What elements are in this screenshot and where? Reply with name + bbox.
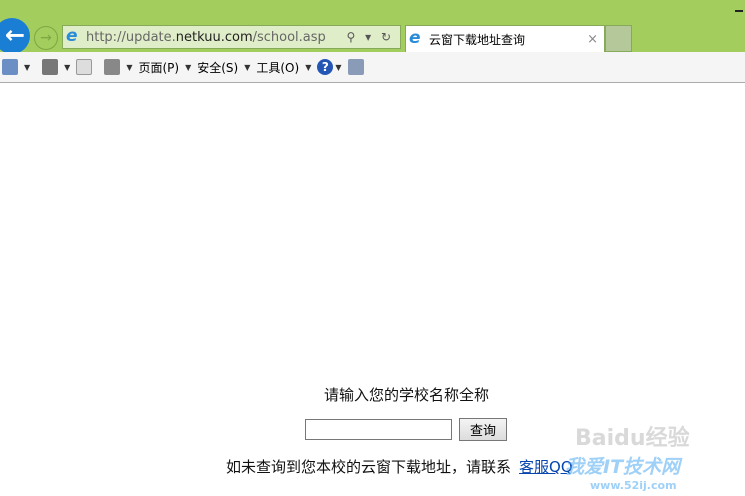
- note-text: 如未查询到您本校的云窗下载地址，请联系: [226, 458, 512, 476]
- forward-button[interactable]: →: [34, 26, 58, 50]
- ie-icon: e: [66, 26, 78, 46]
- contact-note: 如未查询到您本校的云窗下载地址，请联系 客服QQ: [226, 456, 573, 477]
- url-prefix: http://update.: [86, 29, 176, 45]
- prompt-text: 请输入您的学校名称全称: [323, 386, 489, 404]
- page-content: 请输入您的学校名称全称 查询 如未查询到您本校的云窗下载地址，请联系 客服QQ: [0, 84, 745, 496]
- title-bar: ← → e http://update.netkuu.com/school.as…: [0, 0, 745, 54]
- chevron-down-icon[interactable]: ▼: [126, 63, 132, 72]
- back-button[interactable]: ←: [0, 18, 30, 54]
- address-bar[interactable]: e http://update.netkuu.com/school.asp ⚲ …: [62, 25, 401, 49]
- ie-icon: e: [409, 28, 421, 48]
- new-tab-button[interactable]: [605, 25, 632, 52]
- customer-service-link[interactable]: 客服QQ: [519, 458, 573, 476]
- url-suffix: /school.asp: [252, 29, 326, 45]
- chevron-down-icon[interactable]: ▼: [335, 63, 341, 72]
- feeds-icon[interactable]: [42, 59, 59, 75]
- minimize-button[interactable]: [735, 10, 743, 12]
- close-tab-icon[interactable]: ×: [587, 32, 598, 47]
- mail-icon[interactable]: [76, 59, 93, 75]
- page-menu[interactable]: 页面(P): [138, 59, 179, 76]
- url-text[interactable]: http://update.netkuu.com/school.asp: [86, 30, 326, 45]
- chevron-down-icon: ▼: [185, 62, 192, 72]
- tab-active[interactable]: e 云窗下载地址查询 ×: [405, 25, 605, 52]
- search-button[interactable]: 查询: [459, 418, 507, 441]
- school-name-input[interactable]: [305, 419, 452, 440]
- home-icon[interactable]: [2, 59, 18, 75]
- safety-menu[interactable]: 安全(S): [197, 59, 238, 76]
- research-icon[interactable]: [347, 59, 364, 75]
- chevron-down-icon[interactable]: ▼: [24, 63, 30, 72]
- search-refresh-icons[interactable]: ⚲ ▾ ↻: [347, 30, 395, 44]
- tools-menu[interactable]: 工具(O): [256, 59, 299, 76]
- chevron-down-icon: ▼: [244, 62, 251, 72]
- url-domain: netkuu.com: [175, 29, 253, 45]
- command-bar: ▼ ▼ ▼ 页面(P) ▼ 安全(S) ▼ 工具(O) ▼ ? ▼: [0, 52, 745, 83]
- help-icon[interactable]: ?: [317, 59, 334, 75]
- chevron-down-icon: ▼: [305, 62, 312, 72]
- tab-title: 云窗下载地址查询: [429, 32, 526, 47]
- chevron-down-icon[interactable]: ▼: [64, 63, 70, 72]
- print-icon[interactable]: [104, 59, 121, 75]
